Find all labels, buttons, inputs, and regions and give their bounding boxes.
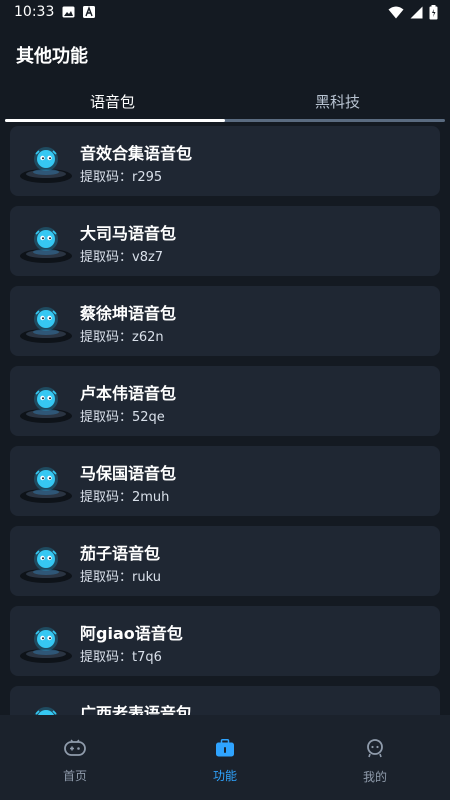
signal-icon xyxy=(410,6,423,19)
nav-label: 我的 xyxy=(362,770,387,784)
tab-black-tech[interactable]: 黑科技 xyxy=(225,80,450,122)
tab-label: 黑科技 xyxy=(314,92,360,111)
voice-pack-card[interactable]: 音效合集语音包 提取码：r295 xyxy=(10,126,440,196)
mascot-icon xyxy=(16,372,74,430)
voice-pack-code: 提取码：ruku xyxy=(80,570,161,585)
voice-pack-name: 蔡徐坤语音包 xyxy=(80,304,177,323)
status-bar: 10:33 xyxy=(0,0,450,24)
page-title: 其他功能 xyxy=(16,46,88,67)
voice-pack-name: 卢本伟语音包 xyxy=(80,384,177,403)
voice-pack-code: 提取码：52qe xyxy=(80,410,165,425)
voice-pack-name: 阿giao语音包 xyxy=(80,624,183,643)
mascot-icon xyxy=(16,612,74,670)
mascot-icon xyxy=(16,292,74,350)
mascot-icon xyxy=(16,212,74,270)
gamepad-icon xyxy=(64,739,86,761)
tab-voice-packs[interactable]: 语音包 xyxy=(0,80,225,122)
battery-icon xyxy=(429,4,438,20)
voice-pack-code: 提取码：2muh xyxy=(80,490,170,505)
mascot-icon xyxy=(16,692,74,715)
voice-pack-card[interactable]: 马保国语音包 提取码：2muh xyxy=(10,446,440,516)
voice-pack-name: 音效合集语音包 xyxy=(80,144,193,163)
font-icon xyxy=(83,6,96,18)
nav-label: 首页 xyxy=(62,769,87,783)
robot-icon xyxy=(365,739,385,762)
nav-label: 功能 xyxy=(212,769,237,783)
voice-pack-code: 提取码：r295 xyxy=(80,170,163,185)
voice-pack-name: 马保国语音包 xyxy=(80,464,177,483)
wifi-icon xyxy=(388,6,404,19)
voice-pack-card[interactable]: 阿giao语音包 提取码：t7q6 xyxy=(10,606,440,676)
voice-pack-name: 茄子语音包 xyxy=(80,544,161,563)
voice-pack-code: 提取码：v8z7 xyxy=(80,250,164,265)
voice-pack-name: 广西老表语音包 xyxy=(80,704,193,715)
tab-indicator xyxy=(5,119,225,122)
voice-pack-card[interactable]: 广西老表语音包 xyxy=(10,686,440,715)
status-time: 10:33 xyxy=(14,4,55,20)
voice-pack-card[interactable]: 蔡徐坤语音包 提取码：z62n xyxy=(10,286,440,356)
mascot-icon xyxy=(16,452,74,510)
voice-pack-card[interactable]: 大司马语音包 提取码：v8z7 xyxy=(10,206,440,276)
tab-label: 语音包 xyxy=(89,92,135,111)
voice-pack-code: 提取码：t7q6 xyxy=(80,650,162,665)
image-icon xyxy=(62,6,75,18)
voice-pack-code: 提取码：z62n xyxy=(80,330,164,345)
voice-pack-list[interactable]: 音效合集语音包 提取码：r295 大司马语音包 提取码：v8z7 蔡徐坤语音包 … xyxy=(0,126,450,715)
toolbox-icon xyxy=(215,739,235,761)
bottom-nav: 首页 功能 我的 xyxy=(0,715,450,800)
voice-pack-name: 大司马语音包 xyxy=(80,224,177,243)
nav-home[interactable]: 首页 xyxy=(0,715,150,800)
nav-features[interactable]: 功能 xyxy=(150,715,300,800)
mascot-icon xyxy=(16,132,74,190)
tab-bar: 语音包 黑科技 xyxy=(0,80,450,122)
voice-pack-card[interactable]: 卢本伟语音包 提取码：52qe xyxy=(10,366,440,436)
voice-pack-card[interactable]: 茄子语音包 提取码：ruku xyxy=(10,526,440,596)
mascot-icon xyxy=(16,532,74,590)
nav-mine[interactable]: 我的 xyxy=(300,715,450,800)
